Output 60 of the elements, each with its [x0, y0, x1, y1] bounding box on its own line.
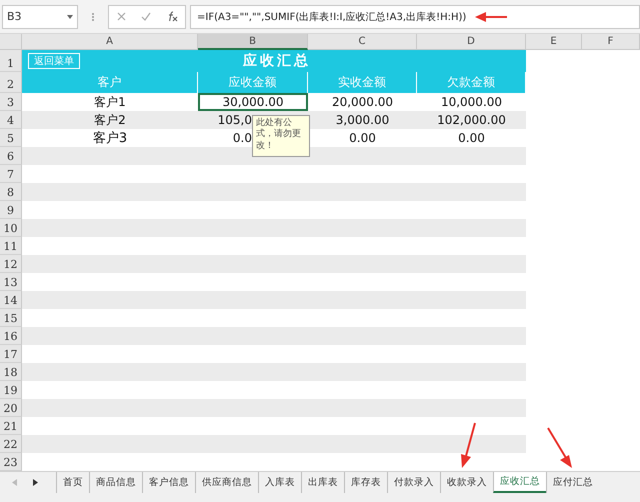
row-number[interactable]: 14 [0, 291, 22, 309]
annotation-arrow [461, 422, 476, 468]
row-number[interactable]: 17 [0, 345, 22, 363]
table-cell[interactable]: 10,000.00 [417, 93, 526, 111]
column-title: 客户 [22, 72, 198, 93]
table-cell[interactable]: 102,000.00 [417, 111, 526, 129]
comment-tooltip: 此处有公式，请勿更改！ [252, 115, 310, 157]
sheet-title: 应收汇总 [243, 52, 311, 70]
cancel-icon[interactable] [116, 12, 126, 21]
column-header[interactable]: F [582, 34, 640, 50]
row-number[interactable]: 21 [0, 417, 22, 435]
row-number[interactable]: 10 [0, 219, 22, 237]
row-number[interactable]: 8 [0, 183, 22, 201]
table-cell[interactable]: 客户3 [22, 129, 198, 147]
drag-handle-icon [90, 10, 96, 22]
row-number[interactable]: 12 [0, 255, 22, 273]
column-header[interactable]: D [417, 34, 526, 50]
column-header[interactable]: B [198, 34, 308, 50]
row-number[interactable]: 3 [0, 93, 22, 111]
column-header[interactable]: E [526, 34, 582, 50]
row-number[interactable]: 5 [0, 129, 22, 147]
row-number[interactable]: 6 [0, 147, 22, 165]
confirm-icon[interactable] [140, 12, 150, 21]
table-cell[interactable]: 0.00 [417, 129, 526, 147]
row-number[interactable]: 20 [0, 399, 22, 417]
table-cell[interactable]: 20,000.00 [308, 93, 417, 111]
row-number[interactable]: 7 [0, 165, 22, 183]
column-header[interactable]: C [308, 34, 417, 50]
formula-field[interactable]: =IF(A3="","",SUMIF(出库表!I:I,应收汇总!A3,出库表!H:H)) [190, 4, 640, 28]
table-cell[interactable]: 0.0 [232, 129, 252, 147]
row-number[interactable]: 19 [0, 381, 22, 399]
dropdown-icon [67, 14, 73, 18]
table-cell[interactable]: 客户2 [22, 111, 198, 129]
table-cell[interactable]: 3,000.00 [308, 111, 417, 129]
row-number[interactable]: 23 [0, 453, 22, 471]
column-header[interactable]: A [22, 34, 198, 50]
annotation-arrow [547, 427, 572, 468]
column-title: 实收金额 [308, 72, 417, 93]
select-all-corner[interactable] [0, 34, 22, 50]
annotation-arrow [475, 12, 507, 22]
table-cell[interactable]: 客户1 [22, 93, 198, 111]
row-number[interactable]: 4 [0, 111, 22, 129]
row-number[interactable]: 2 [0, 72, 22, 93]
table-cell[interactable]: 30,000.00 [198, 93, 308, 111]
next-sheet-icon[interactable] [33, 479, 38, 486]
column-title: 应收金额 [198, 72, 308, 93]
name-box[interactable]: B3 [2, 4, 78, 28]
table-cell[interactable]: 105,0 [218, 111, 252, 129]
row-number[interactable]: 1 [0, 50, 22, 72]
row-number[interactable]: 22 [0, 435, 22, 453]
row-number[interactable]: 18 [0, 363, 22, 381]
column-title: 欠款金额 [417, 72, 526, 93]
row-number[interactable]: 16 [0, 327, 22, 345]
row-number[interactable]: 15 [0, 309, 22, 327]
row-number[interactable]: 9 [0, 201, 22, 219]
row-number[interactable]: 13 [0, 273, 22, 291]
row-number[interactable]: 11 [0, 237, 22, 255]
table-cell[interactable]: 0.00 [308, 129, 417, 147]
sheet-tab[interactable]: 应收汇总 [493, 472, 546, 493]
previous-sheet-icon[interactable] [12, 479, 17, 486]
